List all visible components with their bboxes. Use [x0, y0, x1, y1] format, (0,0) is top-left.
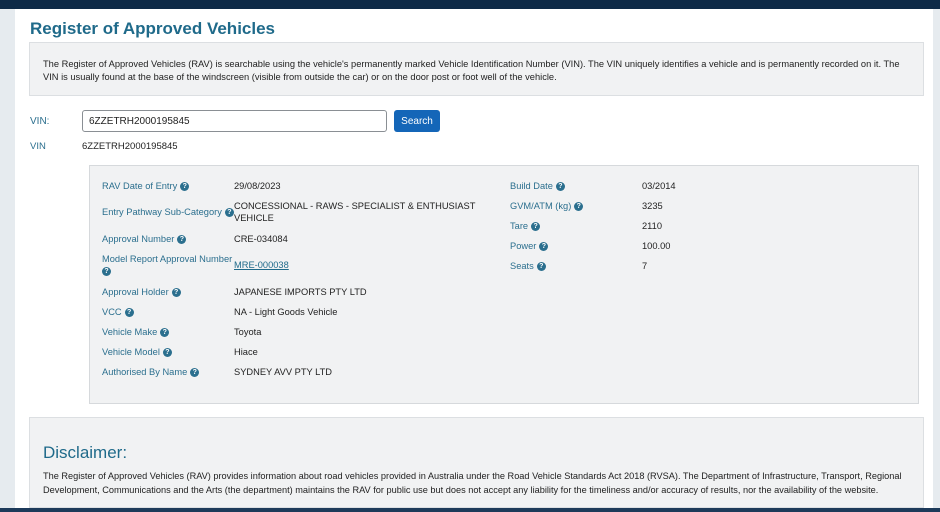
help-icon[interactable]: ?: [177, 235, 187, 245]
detail-value-vehicle-model: Hiace: [234, 347, 258, 357]
help-icon[interactable]: ?: [102, 267, 111, 277]
help-icon[interactable]: ?: [124, 308, 134, 318]
detail-value-power: 100.00: [642, 241, 671, 251]
detail-row-rav-date: RAV Date of Entry?: [102, 180, 190, 192]
search-button[interactable]: Search: [394, 110, 440, 132]
detail-label: Authorised By Name: [102, 367, 188, 377]
detail-row-power: Power?: [510, 240, 549, 252]
help-icon[interactable]: ?: [574, 202, 584, 212]
detail-value-vehicle-make: Toyota: [234, 327, 262, 337]
detail-label: Model Report Approval Number: [102, 254, 233, 264]
disclaimer-text: The Register of Approved Vehicles (RAV) …: [43, 471, 902, 495]
model-report-link[interactable]: MRE-000038: [234, 259, 289, 271]
disclaimer-title: Disclaimer:: [43, 443, 128, 462]
detail-row-gvm-atm: GVM/ATM (kg)?: [510, 200, 584, 212]
detail-label: Approval Number: [102, 234, 175, 244]
vin-result-label: VIN: [30, 141, 46, 152]
detail-label: Vehicle Model: [102, 347, 160, 357]
detail-value-approval-number: CRE-034084: [234, 234, 288, 244]
bottom-bar: [0, 508, 940, 512]
detail-label: RAV Date of Entry: [102, 181, 178, 191]
detail-row-model-report: Model Report Approval Number?: [102, 253, 238, 277]
detail-row-entry-pathway: Entry Pathway Sub-Category?: [102, 206, 234, 218]
detail-label: Approval Holder: [102, 287, 169, 297]
detail-row-seats: Seats?: [510, 260, 546, 272]
help-icon[interactable]: ?: [224, 208, 234, 218]
help-icon[interactable]: ?: [160, 328, 170, 338]
detail-row-vehicle-make: Vehicle Make?: [102, 326, 170, 338]
help-icon[interactable]: ?: [190, 368, 200, 378]
detail-label: Entry Pathway Sub-Category: [102, 207, 222, 217]
detail-label: Vehicle Make: [102, 327, 158, 337]
detail-row-approval-number: Approval Number?: [102, 233, 187, 245]
help-icon[interactable]: ?: [171, 288, 181, 298]
intro-text: The Register of Approved Vehicles (RAV) …: [43, 59, 900, 82]
vehicle-details-panel: RAV Date of Entry? 29/08/2023 Entry Path…: [89, 165, 919, 404]
detail-value-entry-pathway: CONCESSIONAL - RAWS - SPECIALIST & ENTHU…: [234, 201, 476, 223]
help-icon[interactable]: ?: [555, 182, 565, 192]
detail-label: Power: [510, 241, 537, 251]
detail-value-approval-holder: JAPANESE IMPORTS PTY LTD: [234, 287, 367, 297]
detail-row-vehicle-model: Vehicle Model?: [102, 346, 172, 358]
page-title: Register of Approved Vehicles: [30, 19, 275, 38]
detail-row-authorised-by: Authorised By Name?: [102, 366, 200, 378]
top-header-bar: [0, 0, 940, 9]
help-icon[interactable]: ?: [162, 348, 172, 358]
detail-value-authorised-by: SYDNEY AVV PTY LTD: [234, 367, 332, 377]
detail-value-vcc: NA - Light Goods Vehicle: [234, 307, 338, 317]
vin-result-value: 6ZZETRH2000195845: [82, 141, 178, 152]
help-icon[interactable]: ?: [180, 182, 190, 192]
detail-value-build-date: 03/2014: [642, 181, 676, 191]
detail-value-rav-date: 29/08/2023: [234, 181, 281, 191]
detail-label: Tare: [510, 221, 529, 231]
detail-value-gvm-atm: 3235: [642, 201, 663, 211]
vin-search-input[interactable]: [82, 110, 387, 132]
detail-label: Build Date: [510, 181, 553, 191]
main-content: Register of Approved Vehicles The Regist…: [15, 9, 933, 508]
help-icon[interactable]: ?: [539, 242, 549, 252]
detail-label: VCC: [102, 307, 122, 317]
intro-panel: The Register of Approved Vehicles (RAV) …: [29, 42, 924, 96]
vin-search-label: VIN:: [30, 116, 50, 127]
detail-value-tare: 2110: [642, 221, 662, 231]
help-icon[interactable]: ?: [536, 262, 546, 272]
help-icon[interactable]: ?: [531, 222, 541, 232]
detail-row-build-date: Build Date?: [510, 180, 565, 192]
detail-row-approval-holder: Approval Holder?: [102, 286, 181, 298]
detail-label: GVM/ATM (kg): [510, 201, 572, 211]
detail-row-vcc: VCC?: [102, 306, 134, 318]
detail-row-tare: Tare?: [510, 220, 541, 232]
detail-value-seats: 7: [642, 261, 648, 271]
disclaimer-panel: Disclaimer: The Register of Approved Veh…: [29, 417, 924, 508]
detail-label: Seats: [510, 261, 534, 271]
